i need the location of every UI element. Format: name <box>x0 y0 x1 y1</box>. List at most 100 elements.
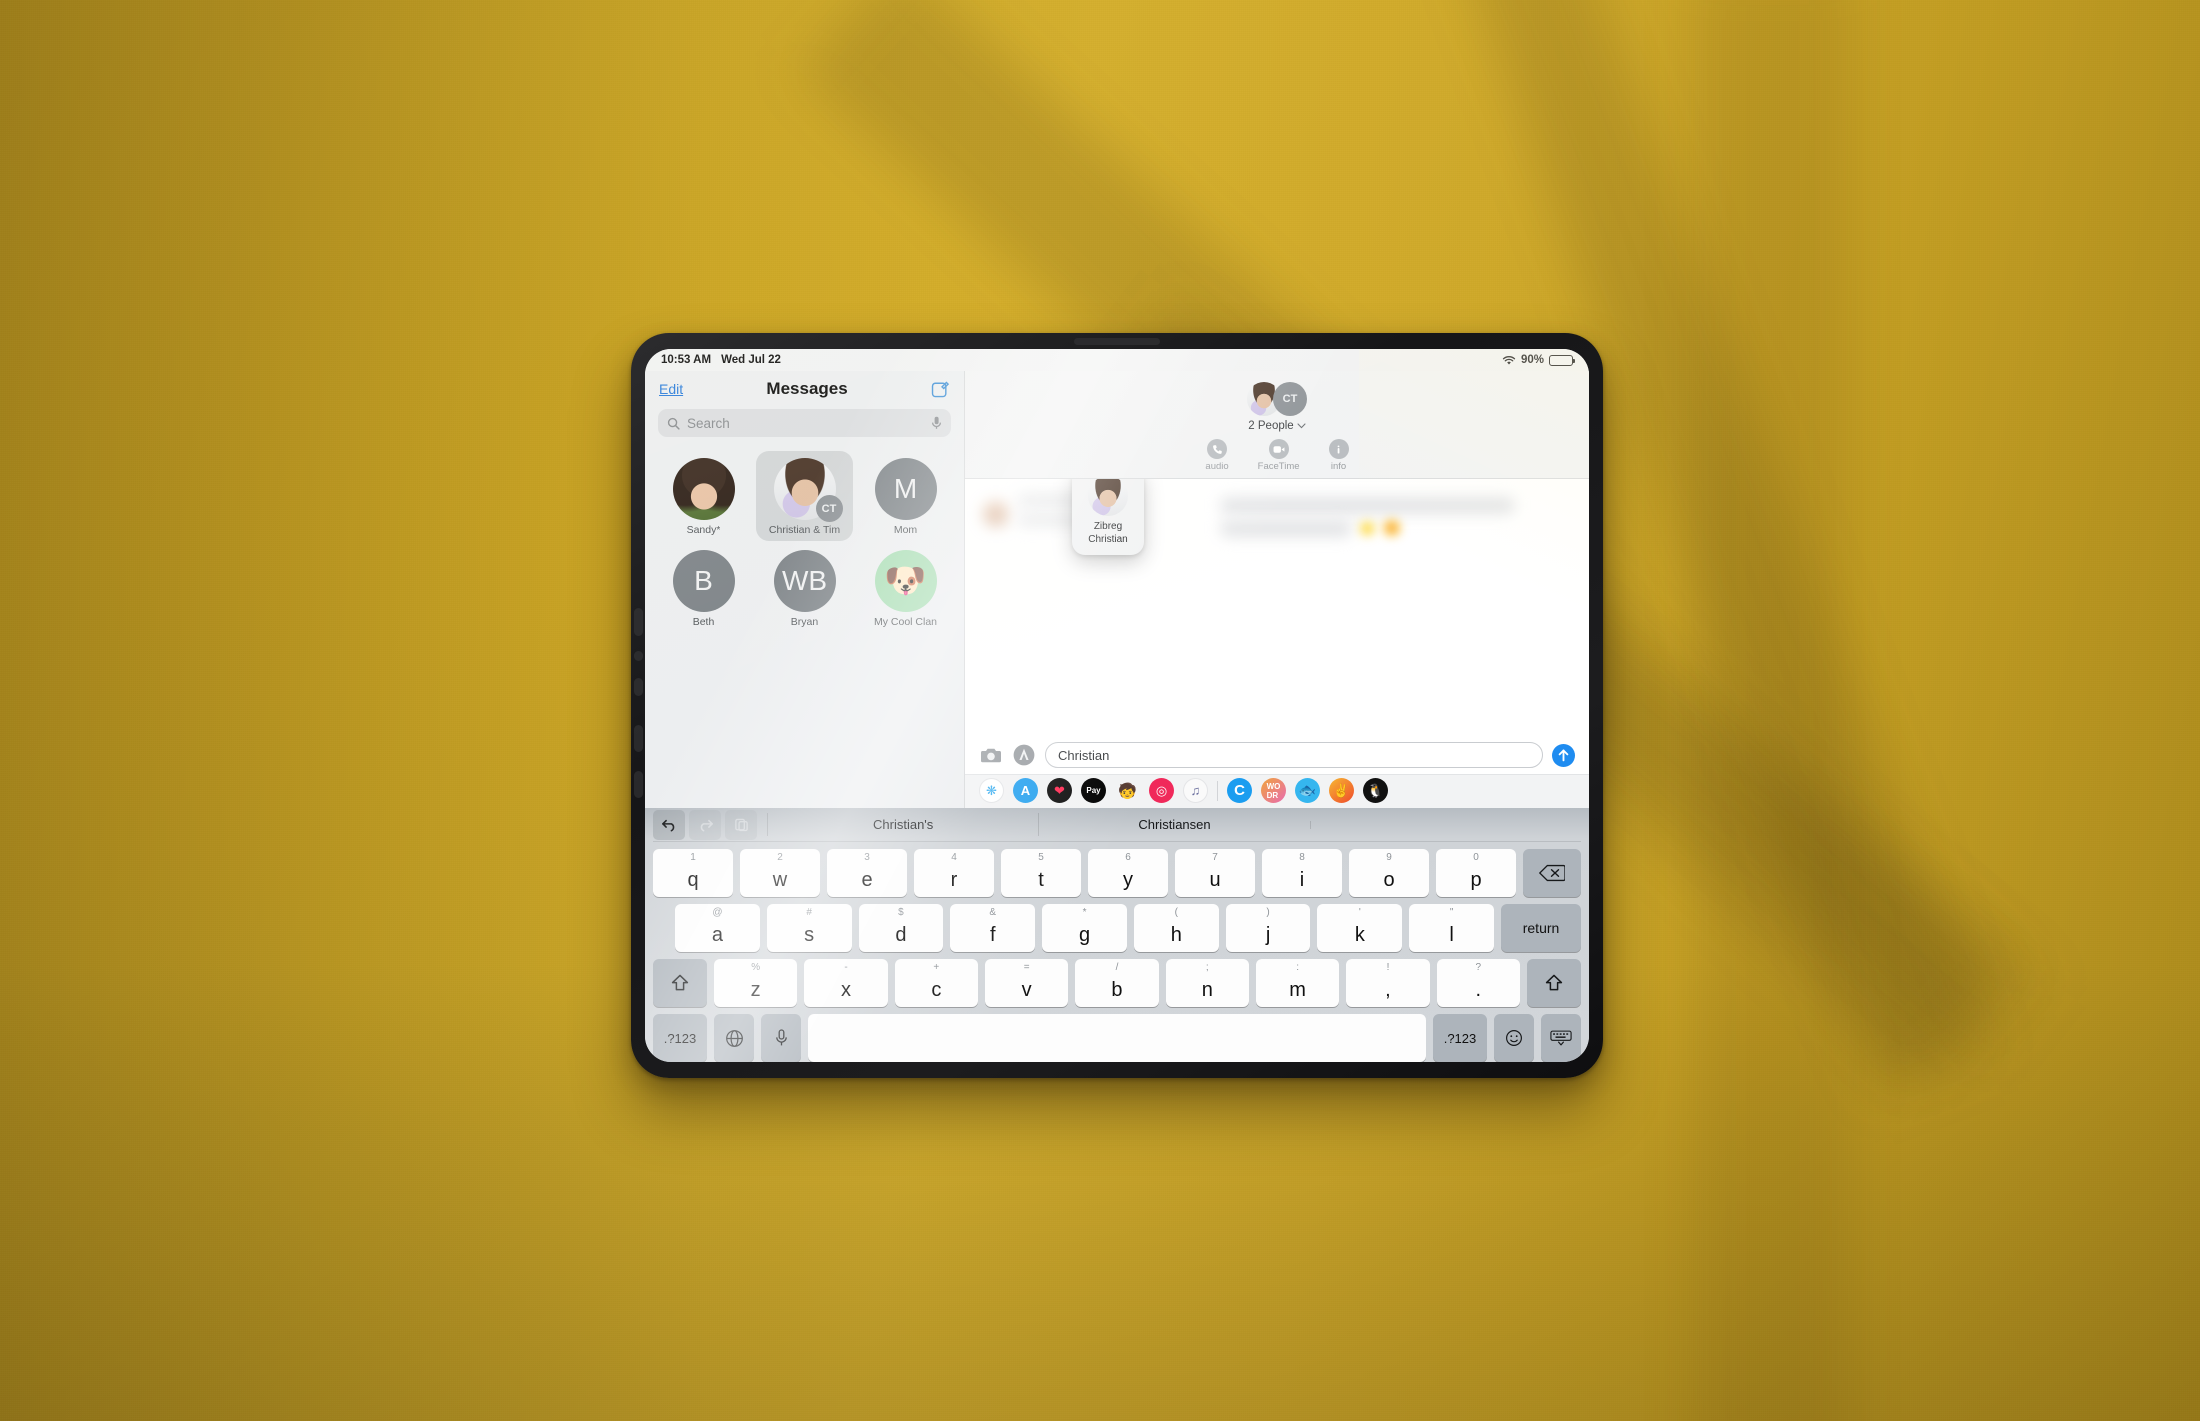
paste-icon[interactable] <box>725 809 757 840</box>
pin-label: Mom <box>893 524 918 536</box>
fish-sticker-icon[interactable]: 🐟 <box>1295 778 1320 803</box>
undo-icon[interactable] <box>653 809 685 840</box>
participant-avatars[interactable]: CT <box>1247 379 1307 419</box>
key-b[interactable]: / b <box>1075 959 1159 1007</box>
pinned-conversation-bryan[interactable]: WB Bryan <box>756 543 853 633</box>
split-view: Edit Messages Search Sandy* CT Christian… <box>645 371 1589 808</box>
microphone-icon[interactable] <box>931 416 942 430</box>
imessage-app-store-icon[interactable]: A <box>1013 778 1038 803</box>
key-comma-exclamation[interactable]: ! , <box>1346 959 1430 1007</box>
info-button[interactable]: info <box>1328 439 1349 472</box>
numeric-key-right[interactable]: .?123 <box>1433 1014 1487 1062</box>
search-input[interactable]: Search <box>658 409 951 437</box>
key-t[interactable]: 5 t <box>1001 849 1081 897</box>
key-p[interactable]: 0 p <box>1436 849 1516 897</box>
key-a[interactable]: @ a <box>675 904 760 952</box>
key-m[interactable]: : m <box>1255 959 1340 1007</box>
key-alt-label: : <box>1296 962 1300 973</box>
microphone-icon[interactable] <box>761 1014 801 1062</box>
edit-button[interactable]: Edit <box>659 381 683 397</box>
space-key[interactable] <box>808 1014 1426 1062</box>
compose-icon[interactable] <box>931 380 950 399</box>
status-date: Wed Jul 22 <box>721 354 781 366</box>
key-alt-label: 3 <box>864 852 870 863</box>
memoji-app-icon[interactable]: 🧒 <box>1115 778 1140 803</box>
return-key[interactable]: return <box>1501 904 1582 952</box>
peace-hand-icon[interactable]: ✌ <box>1329 778 1354 803</box>
key-c[interactable]: + c <box>894 959 978 1007</box>
key-j[interactable]: ) j <box>1225 904 1311 952</box>
facetime-button[interactable]: FaceTime <box>1258 439 1300 472</box>
game-penguin-icon[interactable]: 🐧 <box>1363 778 1388 803</box>
keyboard-row-4: .?123 .?123 <box>653 1014 1581 1062</box>
numeric-key-left[interactable]: .?123 <box>653 1014 707 1062</box>
shift-icon-right[interactable] <box>1526 959 1581 1007</box>
shift-icon-left[interactable] <box>653 959 707 1007</box>
backspace-icon[interactable] <box>1523 849 1581 897</box>
emoji-icon[interactable] <box>1494 1014 1534 1062</box>
key-n[interactable]: ; n <box>1165 959 1249 1007</box>
pin-label: Bryan <box>790 616 819 628</box>
key-v[interactable]: = v <box>984 959 1069 1007</box>
redo-icon[interactable] <box>689 809 721 840</box>
key-label: u <box>1209 868 1221 891</box>
participants-dropdown[interactable]: 2 People <box>1248 420 1306 432</box>
key-q[interactable]: 1 q <box>653 849 733 897</box>
key-alt-label: 9 <box>1386 852 1392 863</box>
wifi-icon <box>1502 355 1516 366</box>
pin-label: My Cool Clan <box>873 616 938 628</box>
digital-touch-icon[interactable]: ◎ <box>1149 778 1174 803</box>
key-alt-label: ( <box>1174 907 1178 918</box>
pinned-conversation-mom[interactable]: M Mom <box>857 451 954 541</box>
key-label: n <box>1201 978 1213 1001</box>
audio-call-button[interactable]: audio <box>1205 439 1229 472</box>
messages-sidebar: Edit Messages Search Sandy* CT Christian… <box>645 371 965 808</box>
drawer-divider <box>1217 780 1218 801</box>
prediction-2[interactable]: Christiansen <box>1038 813 1309 836</box>
pinned-conversation-sandy[interactable]: Sandy* <box>655 451 752 541</box>
key-y[interactable]: 6 y <box>1088 849 1168 897</box>
key-period-question[interactable]: ? . <box>1436 959 1520 1007</box>
apple-pay-icon[interactable]: Pay <box>1081 778 1106 803</box>
key-alt-label: 0 <box>1473 852 1479 863</box>
key-r[interactable]: 4 r <box>914 849 994 897</box>
word-game-icon[interactable]: WO DR <box>1261 778 1286 803</box>
key-x[interactable]: - x <box>804 959 888 1007</box>
key-i[interactable]: 8 i <box>1262 849 1342 897</box>
key-u[interactable]: 7 u <box>1175 849 1255 897</box>
key-g[interactable]: * g <box>1042 904 1127 952</box>
send-button[interactable] <box>1552 743 1575 767</box>
message-list: 🌟 🌼 Zibreg Christian <box>965 479 1589 738</box>
app-store-icon[interactable] <box>1012 743 1036 767</box>
pinned-conversation-christian-and-tim[interactable]: CT Christian & Tim <box>756 451 853 541</box>
key-z[interactable]: % z <box>714 959 798 1007</box>
music-app-icon[interactable]: ♫ <box>1183 778 1208 803</box>
contact-suggestion-popup[interactable]: Zibreg Christian <box>1072 479 1144 555</box>
key-alt-label: = <box>1023 962 1030 973</box>
keyboard-dismiss-icon[interactable] <box>1541 1014 1581 1062</box>
contact-name-line1: Zibreg <box>1093 521 1123 532</box>
key-k[interactable]: ' k <box>1317 904 1403 952</box>
key-f[interactable]: & f <box>950 904 1036 952</box>
globe-icon[interactable] <box>714 1014 754 1062</box>
avatar: WB <box>773 550 836 612</box>
key-l[interactable]: " l <box>1409 904 1495 952</box>
key-h[interactable]: ( h <box>1133 904 1219 952</box>
prediction-1[interactable]: Christian's <box>767 813 1038 836</box>
key-o[interactable]: 9 o <box>1349 849 1429 897</box>
key-d[interactable]: $ d <box>858 904 944 952</box>
pinned-conversation-my-cool-clan[interactable]: 🐶 My Cool Clan <box>857 543 954 633</box>
key-w[interactable]: 2 w <box>740 849 820 897</box>
audio-label: audio <box>1205 461 1229 472</box>
hearts-sticker-app-icon[interactable]: ❤ <box>1047 778 1072 803</box>
key-alt-label: 1 <box>690 852 696 863</box>
photos-app-icon[interactable]: ❋ <box>979 778 1004 803</box>
key-alt-label: ' <box>1358 907 1361 918</box>
pinned-conversation-beth[interactable]: B Beth <box>655 543 752 633</box>
message-text-input[interactable]: Christian <box>1045 742 1543 768</box>
key-e[interactable]: 3 e <box>827 849 907 897</box>
camera-icon[interactable] <box>979 743 1003 767</box>
prediction-3[interactable] <box>1309 820 1581 829</box>
key-s[interactable]: # s <box>766 904 852 952</box>
circle-c-app-icon[interactable]: C <box>1227 778 1252 803</box>
